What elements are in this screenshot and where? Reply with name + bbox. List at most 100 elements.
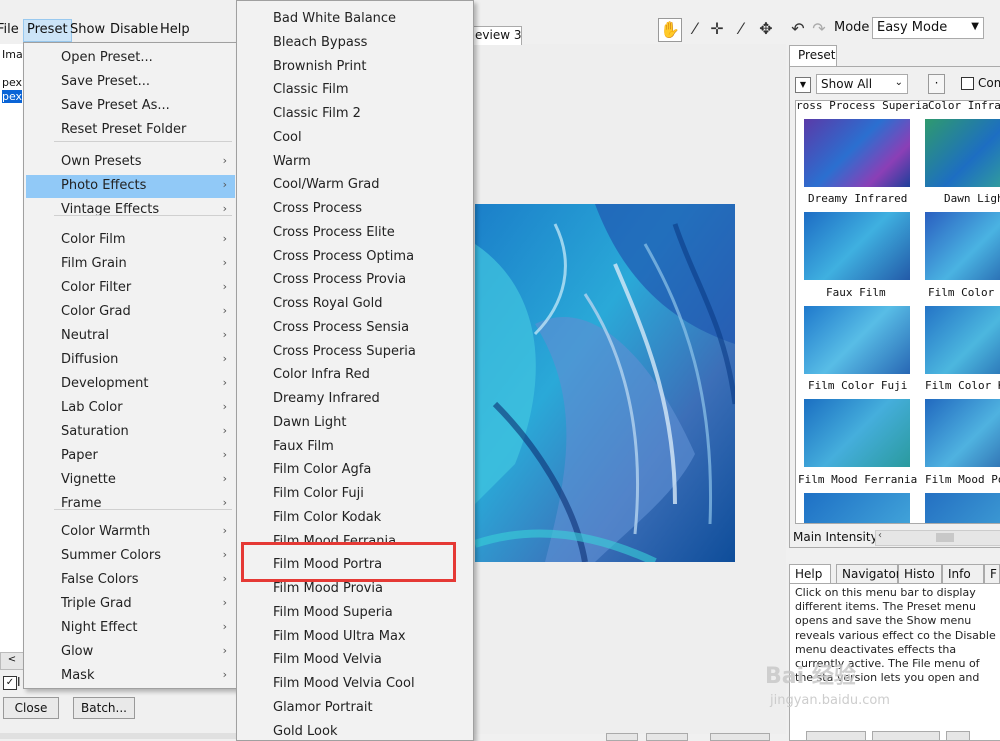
submenu-item-film-color-kodak[interactable]: Film Color Kodak (273, 510, 381, 525)
preset-thumb[interactable] (804, 399, 910, 467)
menu-item-color-warmth[interactable]: Color Warmth › (26, 521, 235, 544)
submenu-item-classic-film[interactable]: Classic Film (273, 82, 349, 97)
menu-file[interactable]: File (0, 22, 19, 37)
checkbox[interactable]: ✓ (3, 676, 17, 690)
menu-item-neutral[interactable]: Neutral › (26, 325, 235, 348)
submenu-item-cross-process-superia[interactable]: Cross Process Superia (273, 344, 416, 359)
eyedropper-icon[interactable]: ⁄ (684, 18, 706, 40)
menu-item-photo-effects[interactable]: Photo Effects › (26, 175, 235, 198)
menu-help[interactable]: Help (160, 22, 190, 37)
menu-disable[interactable]: Disable (110, 22, 158, 37)
dot-button[interactable]: · (928, 74, 945, 94)
bottom-button[interactable] (946, 731, 970, 741)
menu-preset[interactable]: Preset (23, 19, 72, 42)
menu-show[interactable]: Show (70, 22, 105, 37)
submenu-item-warm[interactable]: Warm (273, 154, 311, 169)
menu-item-night-effect[interactable]: Night Effect › (26, 617, 235, 640)
redo-icon[interactable]: ↷ (808, 18, 830, 40)
menu-item-vignette[interactable]: Vignette › (26, 469, 235, 492)
submenu-item-dreamy-infrared[interactable]: Dreamy Infrared (273, 391, 380, 406)
submenu-item-film-mood-velvia-cool[interactable]: Film Mood Velvia Cool (273, 676, 415, 691)
menu-item-color-film[interactable]: Color Film › (26, 229, 235, 252)
scroll-left-button[interactable]: < (0, 652, 24, 670)
hand-tool-icon[interactable]: ✋ (658, 18, 682, 42)
menu-item-save-preset-as[interactable]: Save Preset As... (26, 95, 235, 118)
submenu-item-cross-process[interactable]: Cross Process (273, 201, 362, 216)
menu-item-mask[interactable]: Mask › (26, 665, 235, 688)
undo-icon[interactable]: ↶ (787, 18, 809, 40)
brush-icon[interactable]: ⁄ (730, 18, 752, 40)
chevron-left-icon[interactable]: ‹ (878, 530, 882, 541)
preset-thumb[interactable] (925, 493, 1000, 523)
menu-item-vintage-effects[interactable]: Vintage Effects › (26, 199, 235, 222)
preset-dropdown-icon[interactable]: ▼ (795, 77, 811, 93)
menu-item-open-preset[interactable]: Open Preset... (26, 47, 235, 70)
preset-thumb[interactable] (804, 493, 910, 523)
preset-thumb[interactable] (804, 212, 910, 280)
preset-thumb[interactable] (925, 119, 1000, 187)
menu-item-save-preset[interactable]: Save Preset... (26, 71, 235, 94)
mode-select[interactable]: Easy Mode ▼ (872, 17, 984, 39)
menu-item-glow[interactable]: Glow › (26, 641, 235, 664)
bottom-button[interactable] (806, 731, 866, 741)
menu-item-film-grain[interactable]: Film Grain › (26, 253, 235, 276)
submenu-item-classic-film-2[interactable]: Classic Film 2 (273, 106, 361, 121)
tab-info[interactable]: Info (942, 564, 984, 584)
preset-thumb[interactable] (804, 119, 910, 187)
preview-image[interactable] (473, 204, 738, 566)
submenu-item-faux-film[interactable]: Faux Film (273, 439, 334, 454)
preset-thumb[interactable] (925, 399, 1000, 467)
zoom-control[interactable] (606, 733, 638, 741)
batch-button[interactable]: Batch... (73, 697, 135, 719)
move-icon[interactable]: ✥ (755, 18, 777, 40)
submenu-item-dawn-light[interactable]: Dawn Light (273, 415, 346, 430)
menu-item-color-grad[interactable]: Color Grad › (26, 301, 235, 324)
tab-preview-3[interactable]: eview 3 (472, 26, 522, 45)
menu-item-diffusion[interactable]: Diffusion › (26, 349, 235, 372)
submenu-item-cool-warm-grad[interactable]: Cool/Warm Grad (273, 177, 380, 192)
crosshair-icon[interactable]: ✛ (706, 18, 728, 40)
menu-item-lab-color[interactable]: Lab Color › (26, 397, 235, 420)
slider-thumb[interactable] (936, 533, 954, 542)
tab-more[interactable]: F (984, 564, 1000, 584)
preset-thumbnail-list[interactable]: ross Process Superia Color Infra Dreamy … (795, 100, 1000, 524)
tab-help[interactable]: Help (789, 564, 831, 584)
submenu-item-brownish-print[interactable]: Brownish Print (273, 59, 366, 74)
menu-item-saturation[interactable]: Saturation › (26, 421, 235, 444)
main-intensity-slider[interactable]: ‹ (875, 530, 1000, 546)
submenu-item-film-mood-superia[interactable]: Film Mood Superia (273, 605, 393, 620)
submenu-item-cross-process-provia[interactable]: Cross Process Provia (273, 272, 406, 287)
submenu-item-color-infra-red[interactable]: Color Infra Red (273, 367, 370, 382)
submenu-item-film-color-fuji[interactable]: Film Color Fuji (273, 486, 364, 501)
submenu-item-cross-process-optima[interactable]: Cross Process Optima (273, 249, 414, 264)
submenu-item-bad-white-balance[interactable]: Bad White Balance (273, 11, 396, 26)
submenu-item-cool[interactable]: Cool (273, 130, 302, 145)
menu-item-paper[interactable]: Paper › (26, 445, 235, 468)
submenu-item-film-mood-provia[interactable]: Film Mood Provia (273, 581, 383, 596)
image-list-item-selected[interactable]: pex (2, 90, 22, 103)
show-all-select[interactable]: Show All ⌄ (816, 74, 908, 94)
menu-item-own-presets[interactable]: Own Presets › (26, 151, 235, 174)
compare-checkbox[interactable] (961, 77, 974, 90)
bottom-button[interactable] (872, 731, 940, 741)
zoom-control[interactable] (710, 733, 770, 741)
image-list-item[interactable]: pex (2, 76, 22, 89)
menu-item-reset-preset-folder[interactable]: Reset Preset Folder (26, 119, 235, 142)
submenu-item-glamor-portrait[interactable]: Glamor Portrait (273, 700, 373, 715)
submenu-item-cross-process-sensia[interactable]: Cross Process Sensia (273, 320, 409, 335)
menu-item-false-colors[interactable]: False Colors › (26, 569, 235, 592)
preset-thumb[interactable] (925, 212, 1000, 280)
preset-thumb[interactable] (925, 306, 1000, 374)
tab-navigator[interactable]: Navigator (836, 564, 901, 584)
submenu-item-bleach-bypass[interactable]: Bleach Bypass (273, 35, 367, 50)
submenu-item-cross-royal-gold[interactable]: Cross Royal Gold (273, 296, 382, 311)
close-button[interactable]: Close (3, 697, 59, 719)
menu-item-development[interactable]: Development › (26, 373, 235, 396)
submenu-item-film-mood-ultra-max[interactable]: Film Mood Ultra Max (273, 629, 406, 644)
submenu-item-film-color-agfa[interactable]: Film Color Agfa (273, 462, 371, 477)
preset-thumb[interactable] (804, 306, 910, 374)
submenu-item-cross-process-elite[interactable]: Cross Process Elite (273, 225, 395, 240)
tab-preset[interactable]: Preset (789, 45, 837, 66)
tab-histo[interactable]: Histo (898, 564, 942, 584)
submenu-item-gold-look[interactable]: Gold Look (273, 724, 337, 739)
